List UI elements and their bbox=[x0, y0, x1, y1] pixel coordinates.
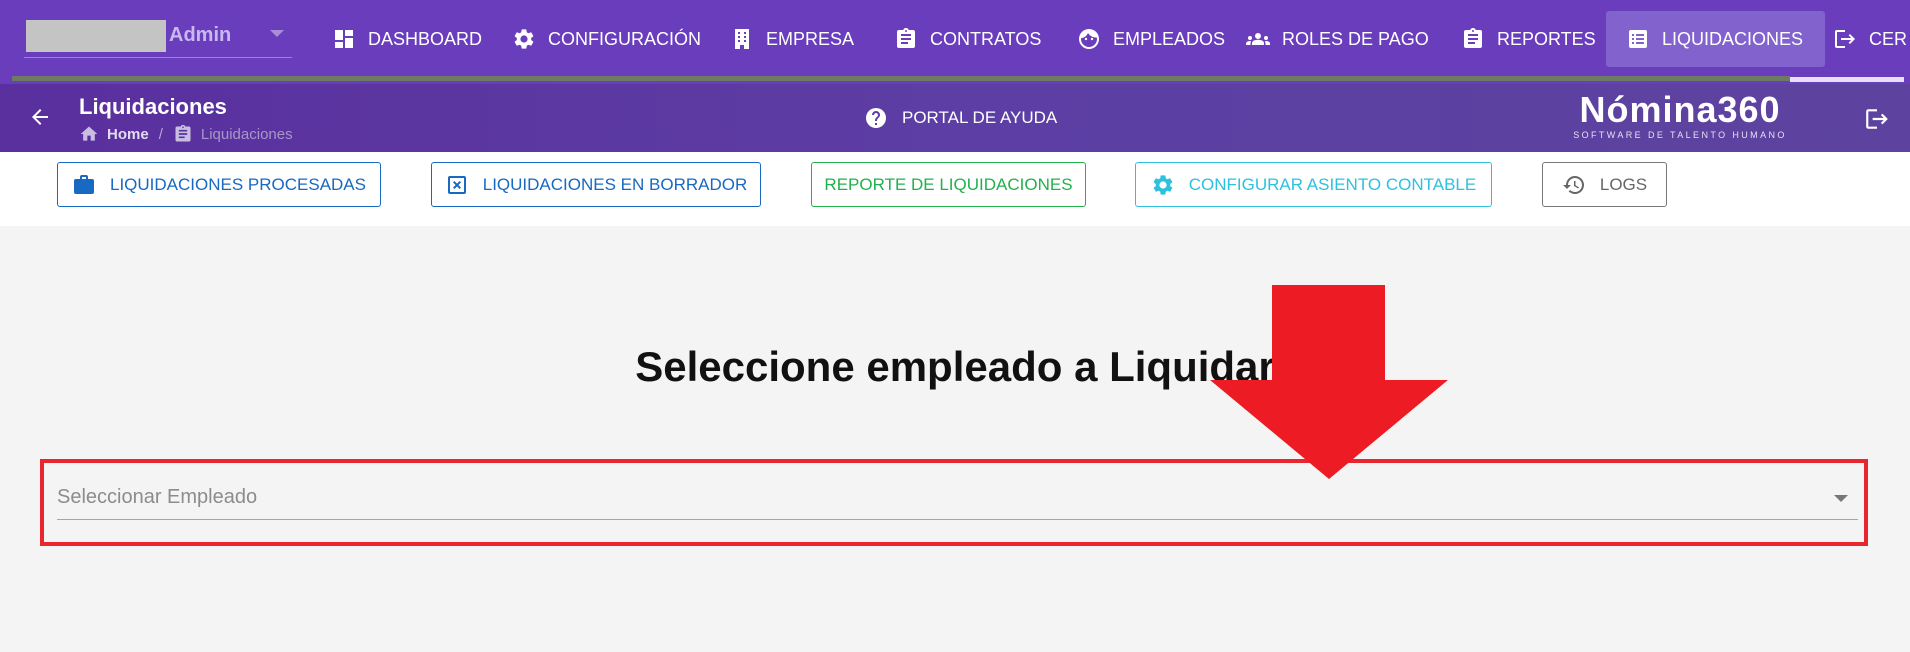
chevron-down-icon bbox=[270, 30, 284, 37]
nav-item-liquidaciones[interactable]: LIQUIDACIONES bbox=[1606, 11, 1826, 67]
history-icon bbox=[1562, 175, 1584, 194]
nav-item-roles-de-pago[interactable]: ROLES DE PAGO bbox=[1226, 0, 1451, 78]
draft-liquidations-label: LIQUIDACIONES EN BORRADOR bbox=[482, 174, 748, 194]
configure-accounting-entry-label: CONFIGURAR ASIENTO CONTABLE bbox=[1188, 174, 1477, 194]
nav-item-reportes[interactable]: REPORTES bbox=[1441, 0, 1618, 78]
breadcrumb-separator: / bbox=[158, 125, 163, 143]
nav-item-label: EMPRESA bbox=[766, 28, 855, 49]
employee-select-placeholder: Seleccionar Empleado bbox=[57, 486, 258, 508]
processed-liquidations-label: LIQUIDACIONES PROCESADAS bbox=[109, 174, 366, 194]
user-name: Admin bbox=[169, 24, 232, 46]
dashboard-icon bbox=[335, 30, 353, 48]
chevron-down-icon bbox=[1834, 495, 1848, 502]
face-icon bbox=[1079, 29, 1099, 49]
nav-item-cerrar-sesion[interactable]: CER bbox=[1813, 0, 1910, 78]
nav-item-empresa[interactable]: EMPRESA bbox=[710, 0, 876, 78]
nav-item-label: CONTRATOS bbox=[930, 28, 1042, 49]
action-bar: LIQUIDACIONES PROCESADAS LIQUIDACIONES E… bbox=[0, 152, 1910, 226]
nav-item-dashboard[interactable]: DASHBOARD bbox=[312, 0, 504, 78]
help-portal-link[interactable]: PORTAL DE AYUDA bbox=[864, 106, 1057, 130]
list-icon bbox=[1629, 30, 1647, 48]
breadcrumb: Home / Liquidaciones bbox=[79, 124, 293, 144]
nav-item-contratos[interactable]: CONTRATOS bbox=[874, 0, 1063, 78]
logs-label: LOGS bbox=[1599, 174, 1648, 194]
gear-icon bbox=[514, 29, 534, 49]
building-icon bbox=[735, 29, 749, 49]
nav-item-label: ROLES DE PAGO bbox=[1282, 28, 1429, 49]
nav-item-label: DASHBOARD bbox=[368, 28, 483, 49]
liquidations-report-label: REPORTE DE LIQUIDACIONES bbox=[824, 174, 1073, 194]
nav-active-underline bbox=[1790, 77, 1904, 82]
top-navigation-bar: Admin DASHBOARD CONFIGURACIÓN EMPRESA CO… bbox=[0, 0, 1910, 84]
back-button[interactable] bbox=[28, 105, 52, 129]
nav-item-label: LIQUIDACIONES bbox=[1662, 28, 1804, 49]
arrow-left-icon bbox=[32, 109, 48, 125]
nav-item-configuracion[interactable]: CONFIGURACIÓN bbox=[492, 0, 723, 78]
brand-logo: Nómina360 SOFTWARE DE TALENTO HUMANO bbox=[1565, 89, 1795, 141]
nav-divider bbox=[12, 76, 1790, 81]
help-icon bbox=[866, 108, 886, 128]
group-icon bbox=[1246, 33, 1270, 45]
nav-item-label: EMPLEADOS bbox=[1113, 28, 1226, 49]
logs-button[interactable]: LOGS bbox=[1542, 162, 1667, 207]
nav-item-label: CONFIGURACIÓN bbox=[548, 28, 701, 49]
main-title: Seleccione empleado a Liquidar bbox=[635, 343, 1275, 390]
page-title: Liquidaciones bbox=[79, 94, 227, 119]
briefcase-icon bbox=[73, 174, 94, 194]
user-selector[interactable]: Admin bbox=[24, 18, 292, 58]
logout-button[interactable] bbox=[1864, 106, 1890, 132]
logo-text: Nómina360 bbox=[1579, 89, 1781, 130]
help-portal-label: PORTAL DE AYUDA bbox=[902, 108, 1058, 127]
logout-icon bbox=[1866, 109, 1888, 129]
breadcrumb-current: Liquidaciones bbox=[200, 125, 293, 143]
liquidations-report-button[interactable]: REPORTE DE LIQUIDACIONES bbox=[811, 162, 1086, 207]
draft-liquidations-button[interactable]: LIQUIDACIONES EN BORRADOR bbox=[431, 162, 761, 207]
logout-icon bbox=[1835, 30, 1855, 48]
close-box-icon bbox=[447, 175, 466, 194]
configure-accounting-entry-button[interactable]: CONFIGURAR ASIENTO CONTABLE bbox=[1135, 162, 1492, 207]
employee-select[interactable]: Seleccionar Empleado bbox=[57, 478, 1858, 520]
page-header: Liquidaciones Home / Liquidaciones PORTA… bbox=[0, 84, 1910, 152]
clipboard-icon bbox=[1464, 28, 1482, 48]
annotation-arrow-down-icon bbox=[1210, 285, 1448, 479]
breadcrumb-home[interactable]: Home bbox=[107, 126, 149, 143]
nav-item-empleados[interactable]: EMPLEADOS bbox=[1057, 0, 1247, 78]
home-icon bbox=[79, 124, 99, 144]
nav-item-label: REPORTES bbox=[1497, 28, 1596, 49]
logo-tagline: SOFTWARE DE TALENTO HUMANO bbox=[1573, 130, 1787, 140]
gear-icon bbox=[1153, 174, 1173, 195]
nav-item-label: CER bbox=[1869, 28, 1908, 49]
user-avatar bbox=[26, 20, 166, 52]
clipboard-icon bbox=[897, 28, 915, 48]
processed-liquidations-button[interactable]: LIQUIDACIONES PROCESADAS bbox=[57, 162, 381, 207]
clipboard-icon bbox=[173, 124, 193, 144]
